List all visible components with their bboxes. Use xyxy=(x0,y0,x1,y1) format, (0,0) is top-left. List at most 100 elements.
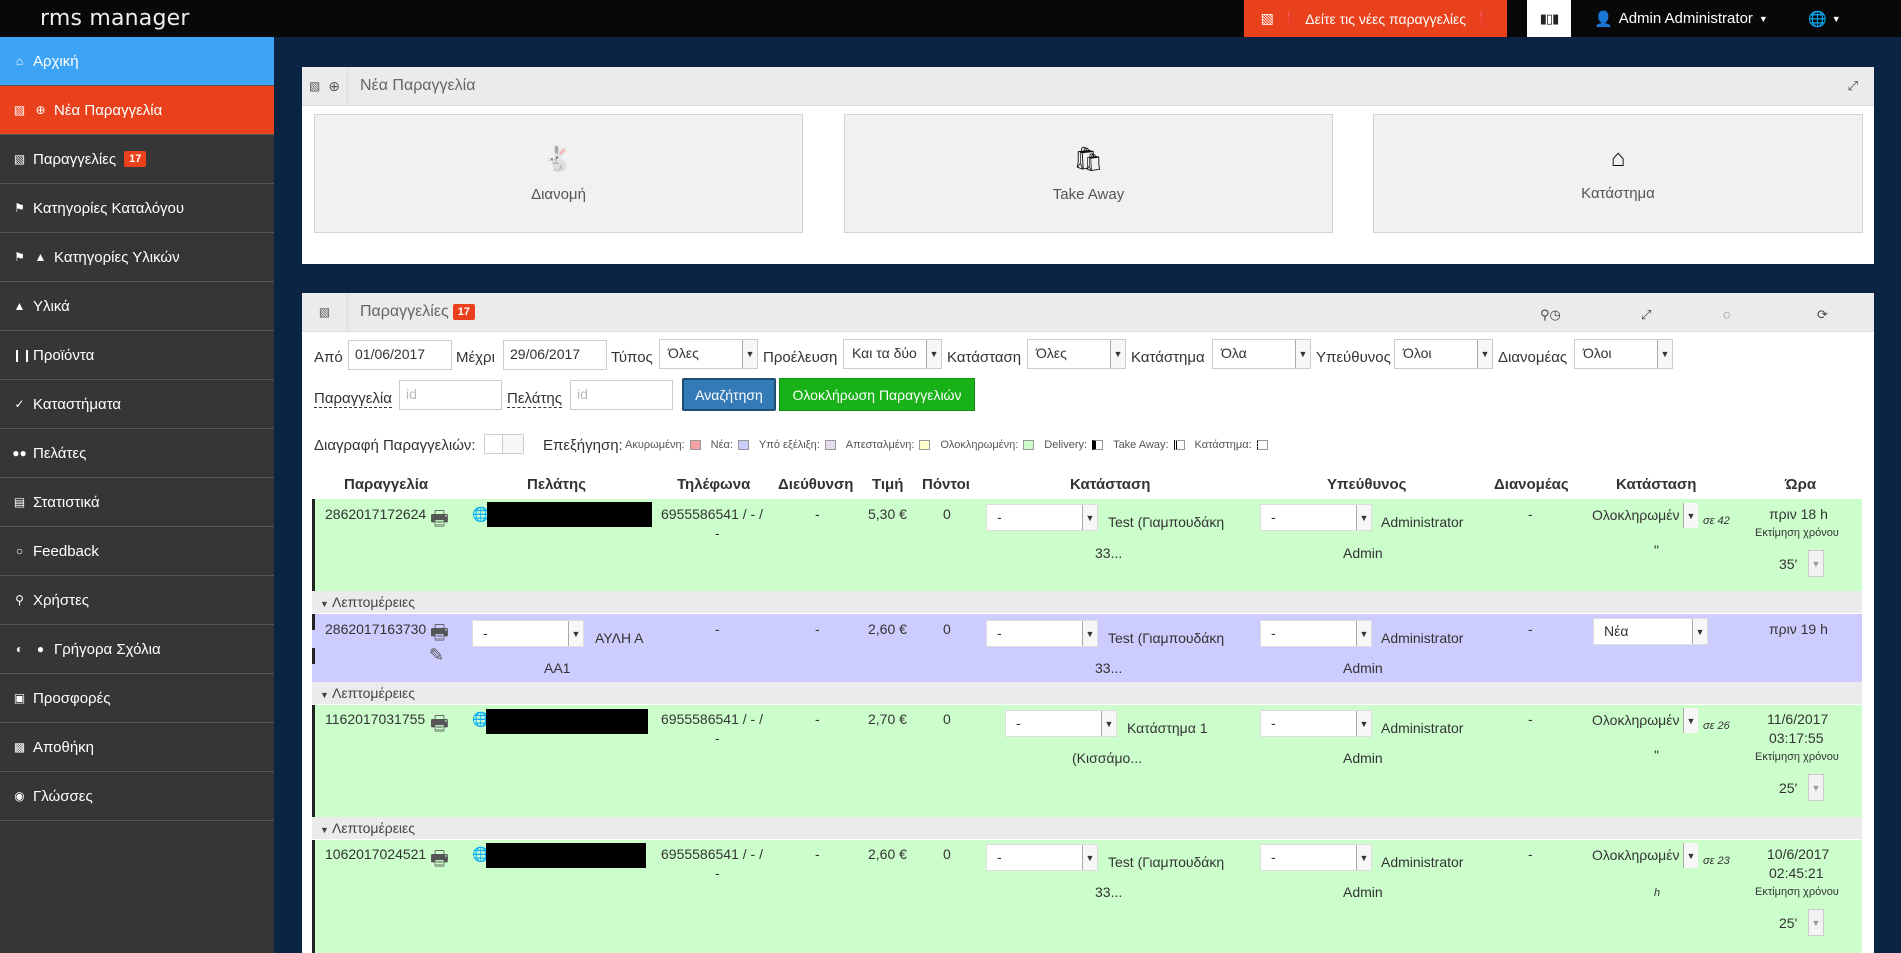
delivery-marker xyxy=(312,648,315,664)
print-icon[interactable]: 🖶 xyxy=(430,504,449,538)
sidebar-item-quick-comments[interactable]: ◐ ● Γρήγορα Σχόλια xyxy=(0,625,274,674)
delete-orders-toggle[interactable] xyxy=(484,434,524,454)
sidebar-item-stores[interactable]: ✓ Καταστήματα xyxy=(0,380,274,429)
to-date-input[interactable]: 29/06/2017 xyxy=(503,340,607,370)
details-toggle[interactable]: ▼ Λεπτομέρειες xyxy=(312,591,1862,613)
new-orders-alert-button[interactable]: ▧ ❗ Δείτε τις νέες παραγγελίες ❗ xyxy=(1244,0,1507,37)
table-row[interactable]: 1062017024521 🖶 🌐 6955586541 / - / - - 2… xyxy=(312,840,1862,953)
inbox-icon: ▧ xyxy=(13,103,26,117)
complete-orders-button[interactable]: Ολοκλήρωση Παραγγελιών xyxy=(779,378,975,411)
toggle-knob xyxy=(485,435,503,453)
order-id[interactable]: 1062017024521 xyxy=(325,846,426,862)
store-select[interactable]: - ▼ xyxy=(986,504,1098,531)
print-icon[interactable]: 🖶 xyxy=(430,709,449,743)
sidebar-item-home[interactable]: ⌂ Αρχική xyxy=(0,37,274,86)
inbox-icon: ▧ xyxy=(1260,10,1274,26)
price: 5,30 € xyxy=(868,506,907,522)
top-navbar: rms manager ▧ ❗ Δείτε τις νέες παραγγελί… xyxy=(0,0,1901,37)
sidebar-item-label: Προσφορές xyxy=(33,689,111,707)
store-select[interactable]: - ▼ xyxy=(986,620,1098,647)
sidebar-item-offers[interactable]: ▣ Προσφορές xyxy=(0,674,274,723)
column-header-responsible: Υπεύθυνος xyxy=(1327,476,1407,493)
sidebar-item-warehouse[interactable]: ▩ Αποθήκη xyxy=(0,723,274,772)
table-row[interactable]: 1162017031755 🖶 🌐 6955586541 / - / - - 2… xyxy=(312,705,1862,817)
print-icon[interactable]: 🖶 xyxy=(430,844,449,878)
responsible-select[interactable]: - ▼ xyxy=(1260,844,1372,871)
store-select[interactable]: - ▼ xyxy=(1005,710,1117,737)
status-select-value: Όλες xyxy=(1036,345,1067,361)
sidebar-item-feedback[interactable]: ○ Feedback xyxy=(0,527,274,576)
fullscreen-icon[interactable]: ⤢ xyxy=(1848,78,1858,94)
sidebar-item-label: Κατηγορίες Υλικών xyxy=(54,248,180,266)
fullscreen-icon[interactable]: ⤢ xyxy=(1641,307,1651,323)
courier-select-value: Όλοι xyxy=(1583,345,1612,361)
order-id[interactable]: 2862017163730 xyxy=(325,621,426,637)
eta-select[interactable]: 35' ▼ xyxy=(1779,550,1824,577)
details-toggle[interactable]: ▼ Λεπτομέρειες xyxy=(312,682,1862,704)
sidebar-item-products[interactable]: ❙❙ Προϊόντα xyxy=(0,331,274,380)
truck-icon: ▩ xyxy=(13,740,26,754)
eta-label: Εκτίμηση χρόνου xyxy=(1755,527,1839,539)
legend-swatch xyxy=(919,440,931,450)
store-select[interactable]: - ▼ xyxy=(986,844,1098,871)
refresh-icon[interactable]: ⟳ xyxy=(1817,307,1828,323)
type-select[interactable]: Όλες ▼ xyxy=(659,339,758,369)
order-id[interactable]: 2862017172624 xyxy=(325,506,426,522)
sidebar-item-users[interactable]: ⚲ Χρήστες xyxy=(0,576,274,625)
order-type-delivery[interactable]: 🐇 Διανομή xyxy=(314,114,803,233)
eye-slash-icon[interactable]: ◌ xyxy=(1723,307,1731,322)
legend-swatch xyxy=(1173,440,1185,450)
responsible-select[interactable]: Όλοι ▼ xyxy=(1394,339,1493,369)
type-label: Τύπος xyxy=(611,349,653,366)
from-date-input[interactable]: 01/06/2017 xyxy=(348,340,452,370)
points: 0 xyxy=(943,846,951,862)
table-row[interactable]: 2862017172624 🖶 🌐 6955586541 / - / - - 5… xyxy=(312,499,1862,591)
status-select[interactable]: Ολοκληρωμέν ▼ xyxy=(1582,503,1698,530)
responsible-select[interactable]: - ▼ xyxy=(1260,710,1372,737)
responsible-select[interactable]: - ▼ xyxy=(1260,620,1372,647)
eta-select[interactable]: 25' ▼ xyxy=(1779,774,1824,801)
edit-icon[interactable]: ✎ xyxy=(429,645,444,666)
status-select[interactable]: Όλες ▼ xyxy=(1027,339,1126,369)
sidebar-item-ingredients[interactable]: ▲ Υλικά xyxy=(0,282,274,331)
status-select[interactable]: Ολοκληρωμέν ▼ xyxy=(1582,708,1698,735)
legend-swatch xyxy=(824,440,836,450)
customer-name: ΑΥΛΗ Α xyxy=(595,630,644,646)
sidebar-item-languages[interactable]: ◉ Γλώσσες xyxy=(0,772,274,821)
customer-select[interactable]: - ▼ xyxy=(472,620,584,647)
courier-label: Διανομέας xyxy=(1498,349,1568,366)
courier-select[interactable]: Όλοι ▼ xyxy=(1574,339,1673,369)
sidebar-item-new-order[interactable]: ▧ ⊕ Νέα Παραγγελία xyxy=(0,86,274,135)
barcode-button[interactable]: ▮▯▮ xyxy=(1527,0,1571,37)
eta-select[interactable]: 25' ▼ xyxy=(1779,909,1824,936)
sidebar-item-orders[interactable]: ▧ Παραγγελίες 17 xyxy=(0,135,274,184)
details-toggle[interactable]: ▼ Λεπτομέρειες xyxy=(312,817,1862,839)
sidebar-item-label: Γλώσσες xyxy=(33,787,93,805)
store-select-value: - xyxy=(997,625,1002,641)
sidebar-item-catalog-categories[interactable]: ⚑ Κατηγορίες Καταλόγου xyxy=(0,184,274,233)
responsible-select[interactable]: - ▼ xyxy=(1260,504,1372,531)
flask-icon: ▲ xyxy=(13,299,26,313)
order-type-takeaway[interactable]: 🛍 Take Away xyxy=(844,114,1333,233)
sidebar-item-ingredient-categories[interactable]: ⚑ ▲ Κατηγορίες Υλικών xyxy=(0,233,274,282)
status-select[interactable]: Ολοκληρωμέν ▼ xyxy=(1582,843,1698,870)
store-select[interactable]: Όλα ▼ xyxy=(1212,339,1311,369)
user-menu[interactable]: 👤 Admin Administrator ▼ xyxy=(1594,0,1768,37)
brand-logo[interactable]: rms manager xyxy=(40,6,190,31)
responsible-name-cont: Admin xyxy=(1343,660,1383,676)
order-id-input[interactable]: id xyxy=(399,380,502,410)
new-order-panel: ▧ ⊕ Νέα Παραγγελία ⤢ 🐇 Διανομή 🛍 Take Aw… xyxy=(302,66,1874,264)
map-clock-icon[interactable]: ⚲◷ xyxy=(1540,307,1561,323)
search-button[interactable]: Αναζήτηση xyxy=(682,378,776,411)
language-menu[interactable]: 🌐 ▼ xyxy=(1808,0,1841,37)
customer-id-input[interactable]: id xyxy=(570,380,673,410)
order-id[interactable]: 1162017031755 xyxy=(325,711,425,727)
order-type-store[interactable]: ⌂ Κατάστημα xyxy=(1373,114,1863,233)
responsible-select-value: - xyxy=(1271,625,1276,641)
origin-select[interactable]: Και τα δύο ▼ xyxy=(843,339,942,369)
status-select[interactable]: Νέα ▼ xyxy=(1593,618,1708,645)
chevron-down-icon: ▼ xyxy=(1808,550,1824,577)
table-row[interactable]: 2862017163730 🖶 ✎ - ▼ ΑΥΛΗ Α ΑΑ1 - - 2,60… xyxy=(312,614,1862,682)
sidebar-item-customers[interactable]: ●● Πελάτες xyxy=(0,429,274,478)
sidebar-item-statistics[interactable]: ▤ Στατιστικά xyxy=(0,478,274,527)
